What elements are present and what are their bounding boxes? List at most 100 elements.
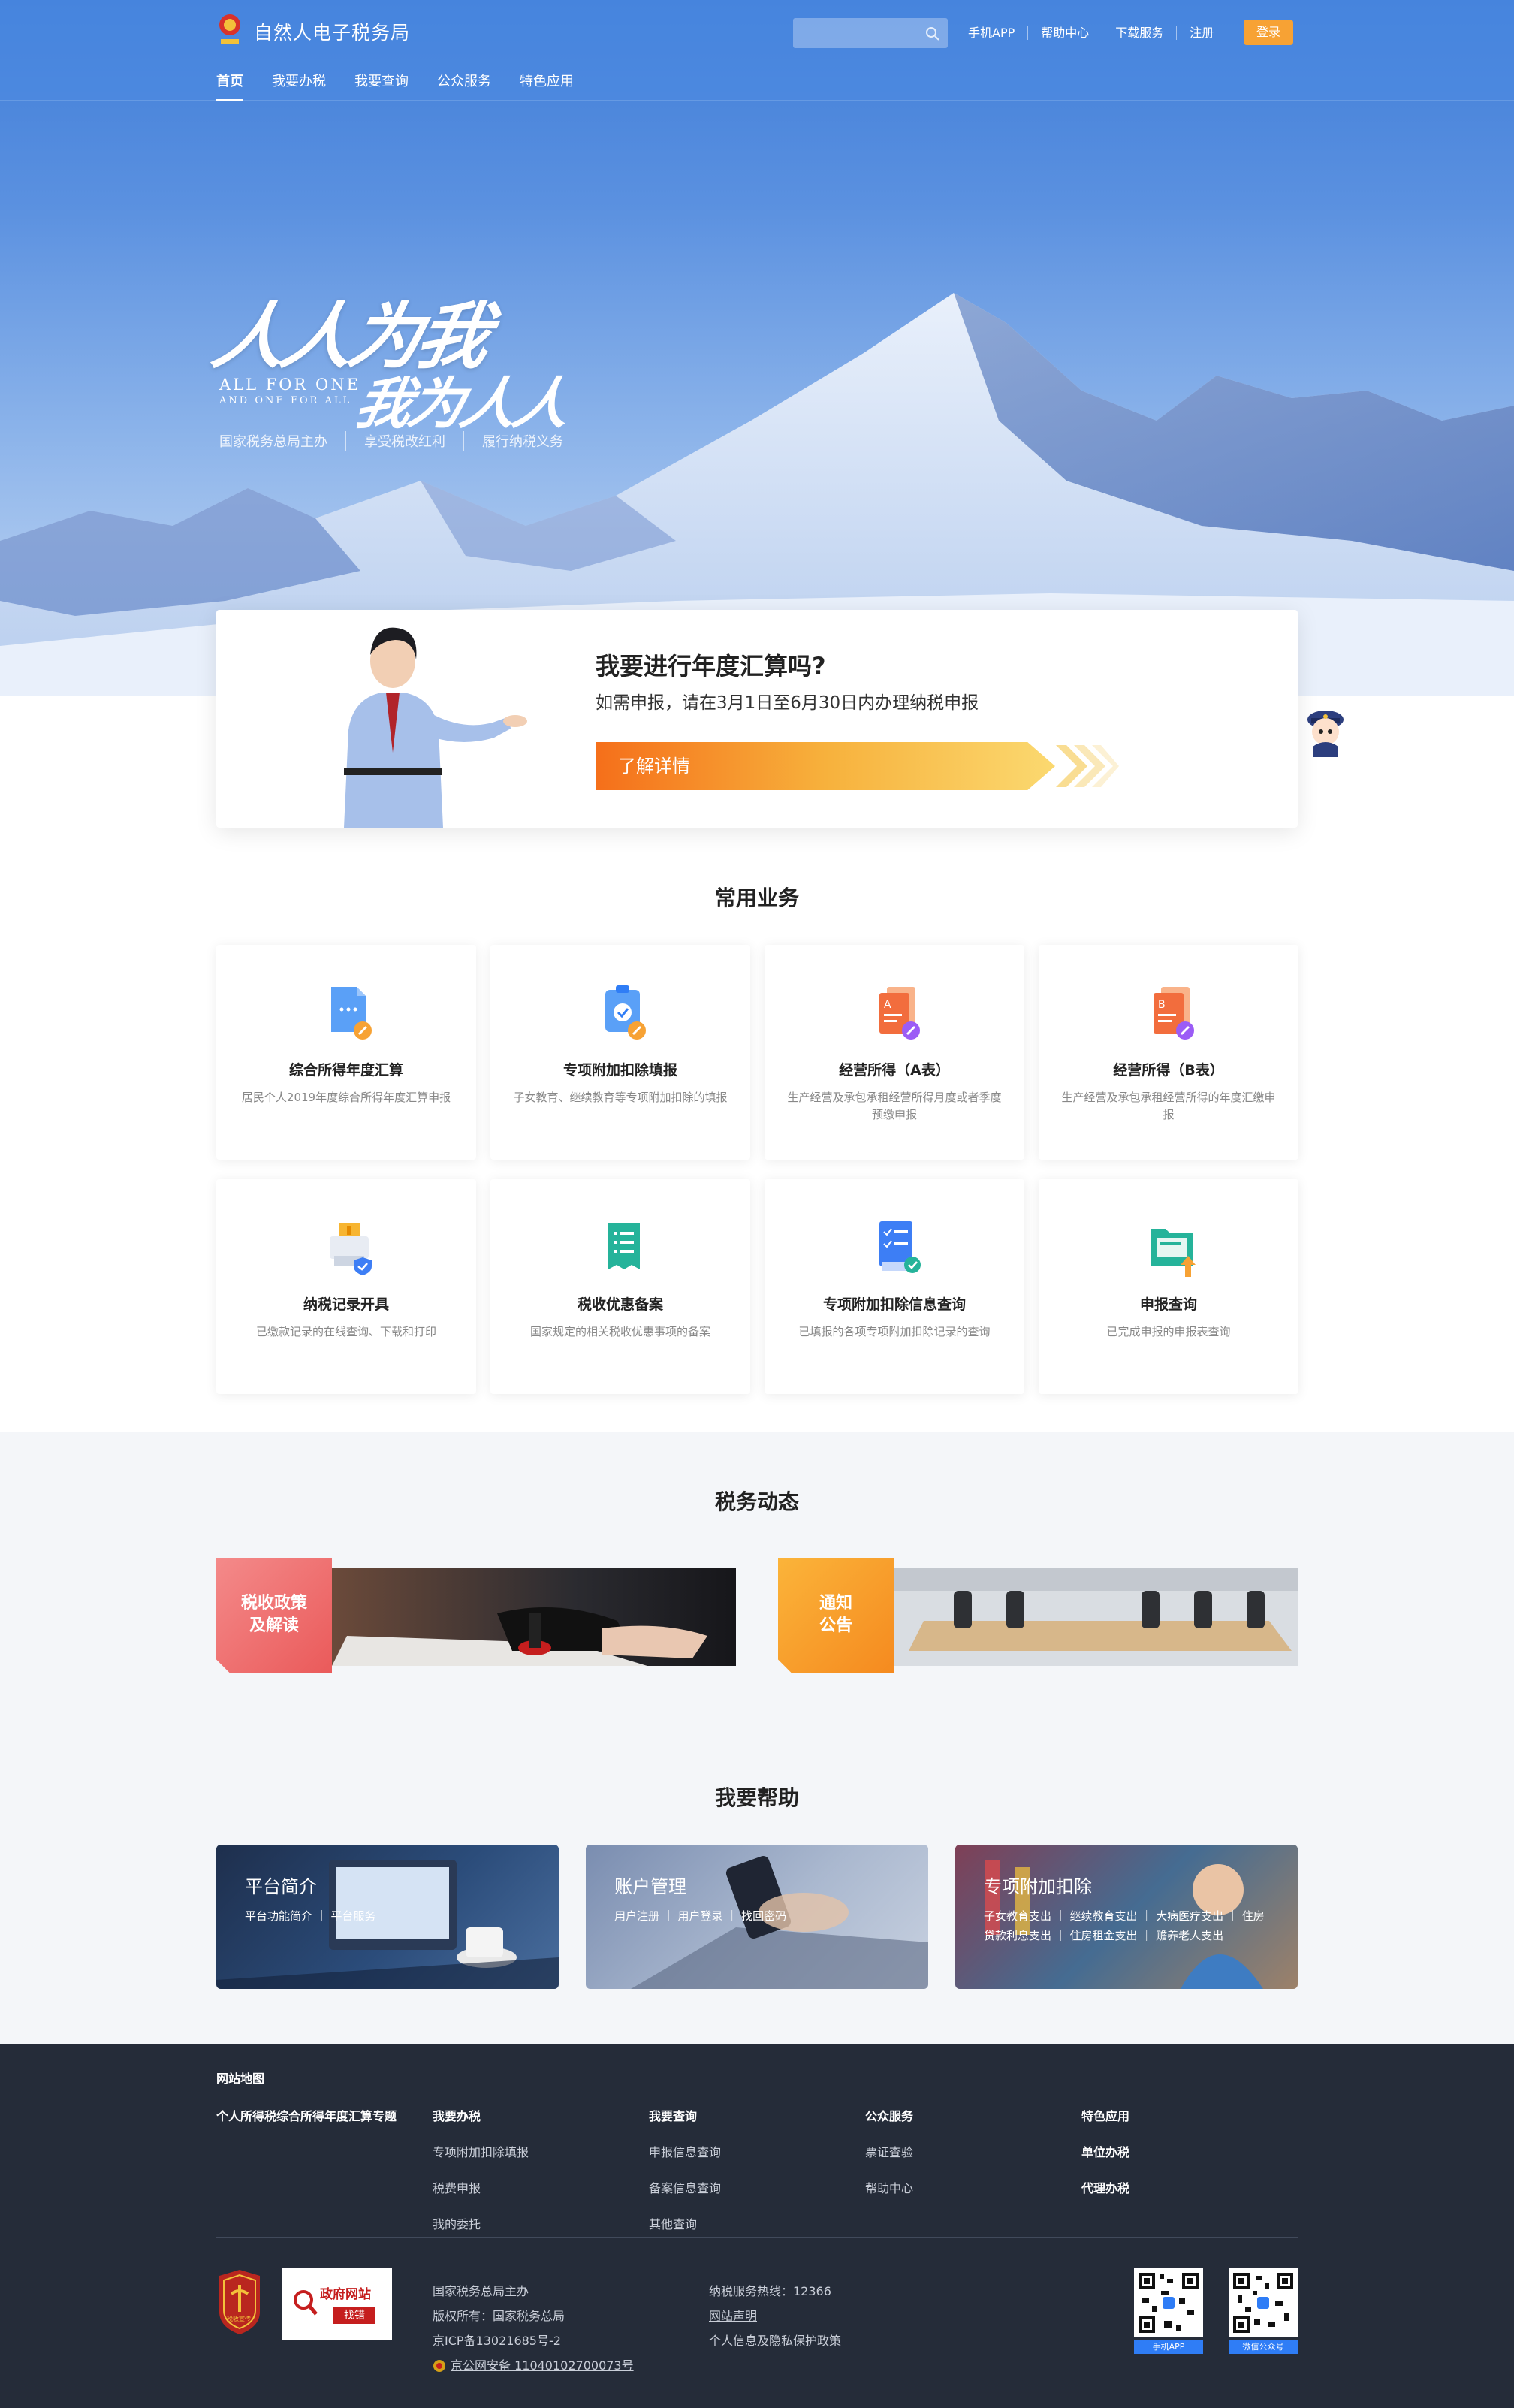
folder-upload-icon — [1151, 1229, 1196, 1277]
help-card-special-deduction[interactable]: 专项附加扣除 子女教育支出 ｜ 继续教育支出 ｜ 大病医疗支出 ｜ 住房贷款利息… — [955, 1845, 1298, 1989]
service-card-annual[interactable]: 综合所得年度汇算 居民个人2019年度综合所得年度汇算申报 — [216, 945, 476, 1160]
footer-link[interactable]: 个人所得税综合所得年度汇算专题 — [216, 2106, 397, 2124]
notice-tag: 通知 公告 — [778, 1558, 894, 1673]
banner-title: 我要进行年度汇算吗? — [596, 652, 826, 680]
footer-link[interactable]: 其他查询 — [649, 2214, 721, 2232]
mobile-app-link[interactable]: 手机APP — [955, 26, 1029, 40]
police-record-text[interactable]: 京公网安备 11040102700073号 — [451, 2353, 634, 2378]
service-card-tax-record[interactable]: 纳税记录开具 已缴款记录的在线查询、下载和打印 — [216, 1179, 476, 1394]
footer-info-2: 纳税服务热线：12366 网站声明 个人信息及隐私保护政策 — [709, 2279, 841, 2353]
login-button[interactable]: 登录 — [1244, 20, 1293, 45]
download-link[interactable]: 下载服务 — [1102, 26, 1178, 40]
form-a-icon: A — [879, 987, 920, 1040]
footer-col-annual: 个人所得税综合所得年度汇算专题 — [216, 2106, 397, 2142]
card-title: 税收优惠备案 — [577, 1296, 663, 1313]
policy-tag-line1: 税收政策 — [240, 1594, 307, 1613]
card-desc: 已完成申报的申报表查询 — [1106, 1325, 1231, 1338]
svg-text:B: B — [1158, 999, 1166, 1011]
card-title: 综合所得年度汇算 — [288, 1062, 403, 1079]
host-text: 国家税务总局主办 — [433, 2284, 529, 2298]
govbox-line1: 政府网站 — [320, 2287, 371, 2302]
slogan-en-line1: ALL FOR ONE — [219, 376, 360, 394]
document-edit-icon — [331, 987, 372, 1040]
card-title: 经营所得（A表） — [839, 1062, 950, 1079]
card-title: 专项附加扣除信息查询 — [822, 1296, 966, 1313]
footer-link[interactable]: 代理办税 — [1081, 2178, 1129, 2196]
learn-more-button[interactable]: 了解详情 — [596, 742, 1055, 790]
help-card-links[interactable]: 用户注册 ｜ 用户登录 ｜ 找回密码 — [614, 1906, 906, 1926]
footer-link[interactable]: 单位办税 — [1081, 2142, 1129, 2160]
top-bar: 自然人电子税务局 手机APP 帮助中心 下载服务 注册 登录 首页 我要办税 我… — [0, 0, 1514, 101]
help-card-platform[interactable]: 平台简介 平台功能简介 ｜ 平台服务 — [216, 1845, 559, 1989]
qr-label: 微信公众号 — [1229, 2340, 1298, 2354]
news-title: 税务动态 — [714, 1489, 799, 1514]
footer-col-query: 我要查询 申报信息查询 备案信息查询 其他查询 — [649, 2106, 721, 2250]
footer-col-title[interactable]: 我要查询 — [649, 2106, 721, 2124]
service-card-business-a[interactable]: A 经营所得（A表） 生产经营及承包承租经营所得月度或者季度预缴申报 — [765, 945, 1024, 1160]
footer-col-title[interactable]: 我要办税 — [433, 2106, 529, 2124]
main-nav: 首页 我要办税 我要查询 公众服务 特色应用 — [216, 71, 602, 101]
assistant-robot-icon[interactable] — [1299, 705, 1352, 757]
printer-shield-icon — [330, 1223, 372, 1275]
nav-handle-tax[interactable]: 我要办税 — [272, 71, 326, 101]
footer-col-title[interactable]: 特色应用 — [1081, 2106, 1129, 2124]
slogan-en-line2: AND ONE FOR ALL — [219, 395, 352, 406]
nav-query[interactable]: 我要查询 — [354, 71, 409, 101]
wechat-qr-code: 微信公众号 — [1229, 2268, 1298, 2354]
card-title: 纳税记录开具 — [303, 1296, 389, 1313]
service-card-special-deduction[interactable]: 专项附加扣除填报 子女教育、继续教育等专项附加扣除的填报 — [490, 945, 750, 1160]
app-qr-code: 手机APP — [1134, 2268, 1203, 2354]
service-card-deduction-query[interactable]: 专项附加扣除信息查询 已填报的各项专项附加扣除记录的查询 — [765, 1179, 1024, 1394]
police-badge-icon — [433, 2359, 445, 2372]
search-icon[interactable] — [924, 25, 942, 43]
footer-link[interactable]: 申报信息查询 — [649, 2142, 721, 2160]
search-input[interactable] — [793, 18, 948, 48]
card-title: 专项附加扣除填报 — [562, 1062, 677, 1079]
footer-link[interactable]: 备案信息查询 — [649, 2178, 721, 2196]
site-title[interactable]: 自然人电子税务局 — [254, 18, 410, 45]
nav-home[interactable]: 首页 — [216, 71, 243, 101]
card-desc: 子女教育、继续教育等专项附加扣除的填报 — [513, 1091, 728, 1104]
nav-featured-apps[interactable]: 特色应用 — [520, 71, 574, 101]
footer-link[interactable]: 票证查验 — [865, 2142, 913, 2160]
footer-col-title[interactable]: 公众服务 — [865, 2106, 913, 2124]
news-policy-card[interactable]: 税收政策 及解读 — [216, 1558, 736, 1673]
service-card-preferential[interactable]: 税收优惠备案 国家规定的相关税收优惠事项的备案 — [490, 1179, 750, 1394]
help-center-link[interactable]: 帮助中心 — [1028, 26, 1103, 40]
card-desc: 国家规定的相关税收优惠事项的备案 — [529, 1325, 710, 1338]
statement-link[interactable]: 网站声明 — [709, 2309, 757, 2323]
footer-link[interactable]: 税费申报 — [433, 2178, 529, 2196]
news-notice-card[interactable]: 通知 公告 — [778, 1558, 1298, 1673]
help-card-links[interactable]: 平台功能简介 ｜ 平台服务 — [245, 1906, 536, 1926]
card-desc: 已缴款记录的在线查询、下载和打印 — [255, 1325, 436, 1338]
footer-col-public: 公众服务 票证查验 帮助中心 — [865, 2106, 913, 2214]
nav-public-service[interactable]: 公众服务 — [437, 71, 491, 101]
footer-link[interactable]: 帮助中心 — [865, 2178, 913, 2196]
footer: 网站地图 个人所得税综合所得年度汇算专题 我要办税 专项附加扣除填报 税费申报 … — [0, 2044, 1514, 2408]
service-card-declaration-query[interactable]: 申报查询 已完成申报的申报表查询 — [1039, 1179, 1298, 1394]
list-document-icon — [608, 1223, 640, 1269]
police-record[interactable]: 京公网安备 11040102700073号 — [433, 2353, 634, 2378]
privacy-link[interactable]: 个人信息及隐私保护政策 — [709, 2334, 841, 2348]
help-card-account[interactable]: 账户管理 用户注册 ｜ 用户登录 ｜ 找回密码 — [586, 1845, 928, 1989]
chevrons-right-icon — [1056, 745, 1119, 787]
top-links: 手机APP 帮助中心 下载服务 注册 — [955, 18, 1226, 48]
policy-tag: 税收政策 及解读 — [216, 1558, 332, 1673]
help-card-title: 账户管理 — [614, 1876, 686, 1897]
card-desc: 生产经营及承包承租经营所得月度或者季度预缴申报 — [787, 1091, 1002, 1121]
notice-tag-line1: 通知 — [819, 1594, 852, 1613]
card-desc: 生产经营及承包承租经营所得的年度汇缴申报 — [1061, 1091, 1276, 1121]
help-card-links[interactable]: 子女教育支出 ｜ 继续教育支出 ｜ 大病医疗支出 ｜ 住房贷款利息支出 ｜ 住房… — [984, 1906, 1275, 1945]
icp-text[interactable]: 京ICP备13021685号-2 — [433, 2328, 634, 2353]
clipboard-check-icon — [605, 985, 646, 1040]
footer-link[interactable]: 专项附加扣除填报 — [433, 2142, 529, 2160]
sitemap-title: 网站地图 — [216, 2072, 265, 2086]
register-link[interactable]: 注册 — [1177, 26, 1226, 40]
subslogan-item: 履行纳税义务 — [463, 431, 581, 451]
card-title: 经营所得（B表） — [1113, 1062, 1224, 1079]
service-card-business-b[interactable]: B 经营所得（B表） 生产经营及承包承租经营所得的年度汇缴申报 — [1039, 945, 1298, 1160]
footer-divider — [216, 2237, 1298, 2238]
footer-link[interactable]: 我的委托 — [433, 2214, 529, 2232]
gov-error-report-link[interactable]: 政府网站 找错 — [282, 2268, 392, 2340]
card-desc: 居民个人2019年度综合所得年度汇算申报 — [241, 1091, 451, 1104]
